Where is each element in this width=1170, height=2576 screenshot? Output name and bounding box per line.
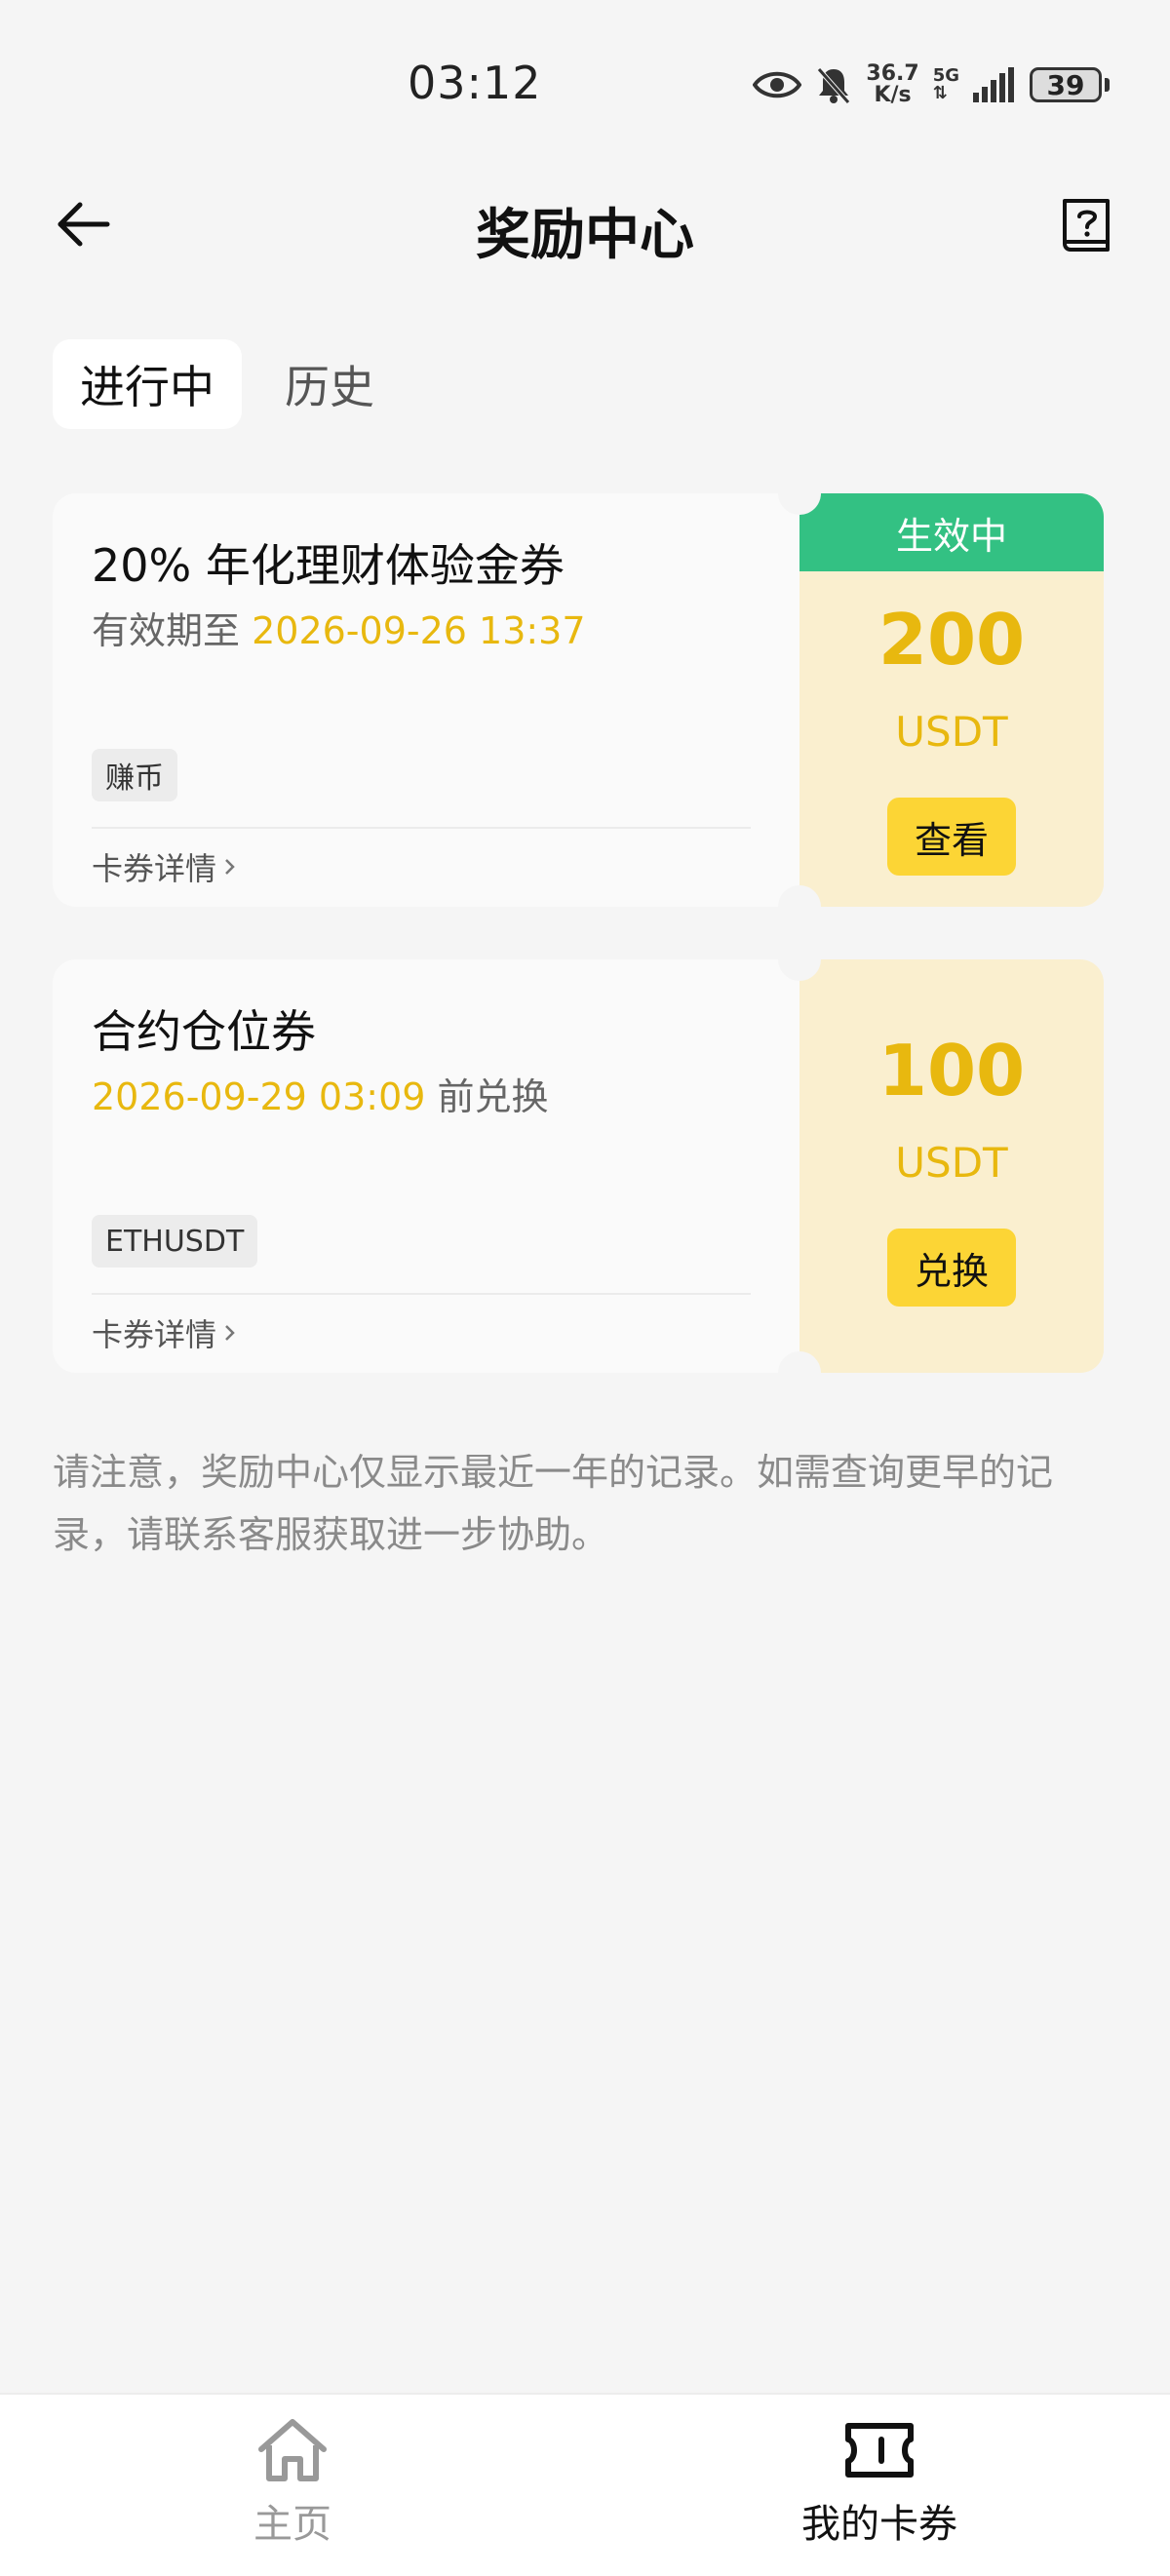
notch: [778, 885, 821, 928]
tab-history[interactable]: 历史: [257, 339, 402, 429]
coupon-unit: USDT: [895, 708, 1008, 756]
coupon-info: 合约仓位券 2026-09-29 03:09 前兑换 ETHUSDT 卡券详情: [53, 959, 800, 1373]
ticket-icon: [845, 2423, 914, 2478]
status-icons: 36.7 K/s 5G ⇅ 39: [753, 59, 1110, 111]
coupon-detail-link[interactable]: 卡券详情: [92, 844, 238, 889]
status-bar: 03:12 36.7 K/s 5G ⇅ 39: [0, 0, 1170, 176]
coupon-validity: 有效期至 2026-09-26 13:37: [92, 601, 586, 654]
validity-suffix: 前兑换: [425, 1075, 549, 1118]
battery-icon: 39: [1030, 67, 1110, 102]
help-button[interactable]: [1057, 195, 1117, 255]
nav-my-coupons[interactable]: 我的卡券: [733, 2416, 1026, 2549]
coupon-amount: 100: [878, 1030, 1026, 1112]
coupon-card[interactable]: 20% 年化理财体验金券 有效期至 2026-09-26 13:37 赚币 卡券…: [53, 472, 1104, 928]
view-button[interactable]: 查看: [887, 798, 1016, 876]
net-speed: 36.7 K/s: [866, 63, 918, 106]
validity-date: 2026-09-26 13:37: [252, 609, 586, 652]
divider: [92, 827, 751, 829]
coupon-unit: USDT: [895, 1139, 1008, 1187]
coupon-title: 合约仓位券: [92, 1005, 316, 1058]
bell-muted-icon: [815, 65, 852, 104]
validity-prefix: 有效期至: [92, 609, 253, 652]
detail-label: 卡券详情: [92, 1316, 217, 1353]
data-arrows-icon: ⇅: [932, 83, 948, 103]
coupon-tag: ETHUSDT: [92, 1215, 258, 1268]
page-title: 奖励中心: [476, 204, 694, 267]
battery-tip: [1105, 78, 1110, 92]
signal-icon: [973, 67, 1016, 102]
network-type: 5G ⇅: [933, 67, 959, 102]
bottom-nav: 主页 我的卡券: [0, 2393, 1170, 2576]
coupon-value-panel: 生效中 200 USDT 查看: [800, 493, 1104, 907]
coupon-detail-link[interactable]: 卡券详情: [92, 1310, 238, 1355]
coupon-title: 20% 年化理财体验金券: [92, 539, 565, 592]
coupon-info: 20% 年化理财体验金券 有效期至 2026-09-26 13:37 赚币 卡券…: [53, 493, 800, 907]
divider: [92, 1293, 751, 1295]
header: 奖励中心: [0, 176, 1170, 273]
coupon-tag: 赚币: [92, 749, 177, 801]
coupon-card[interactable]: 合约仓位券 2026-09-29 03:09 前兑换 ETHUSDT 卡券详情 …: [53, 938, 1104, 1394]
redeem-button[interactable]: 兑换: [887, 1229, 1016, 1307]
status-badge: 生效中: [800, 493, 1104, 571]
chevron-right-icon: [225, 859, 235, 875]
nav-home[interactable]: 主页: [146, 2416, 439, 2549]
notch: [778, 938, 821, 981]
battery-level: 39: [1030, 67, 1102, 102]
tabs: 进行中 历史: [53, 339, 402, 429]
coupon-amount: 200: [878, 599, 1026, 681]
coupon-validity: 2026-09-29 03:09 前兑换: [92, 1067, 549, 1120]
nav-my-coupons-label: 我的卡券: [801, 2502, 957, 2547]
net-speed-unit: K/s: [874, 83, 912, 107]
chevron-right-icon: [225, 1325, 235, 1341]
net-speed-value: 36.7: [866, 61, 919, 86]
help-book-icon: [1063, 199, 1110, 252]
nav-home-label: 主页: [254, 2502, 332, 2547]
coupon-value-panel: 100 USDT 兑换: [800, 959, 1104, 1373]
notice-text: 请注意，奖励中心仅显示最近一年的记录。如需查询更早的记录，请联系客服获取进一步协…: [53, 1451, 1054, 1556]
detail-label: 卡券详情: [92, 850, 217, 887]
notch: [778, 1351, 821, 1394]
notch: [778, 472, 821, 515]
tab-in-progress[interactable]: 进行中: [53, 339, 242, 429]
validity-date: 2026-09-29 03:09: [92, 1075, 426, 1118]
status-time: 03:12: [408, 57, 542, 109]
eye-icon: [753, 68, 802, 101]
home-icon: [258, 2419, 327, 2481]
